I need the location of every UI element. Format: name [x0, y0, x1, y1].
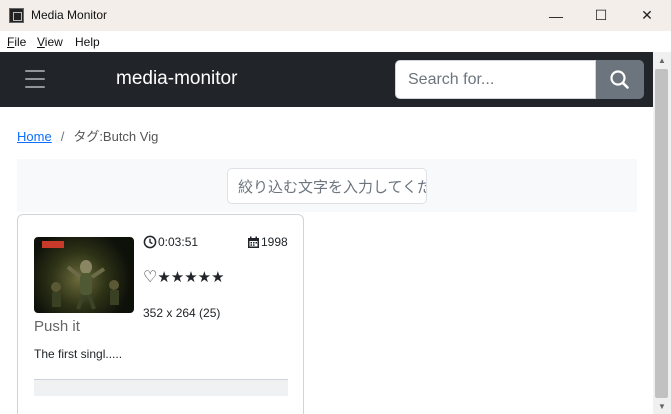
scroll-down-arrow-icon[interactable]: ▼: [653, 398, 671, 414]
rating-row: ♡ ★★★★★: [143, 267, 225, 287]
vertical-scrollbar[interactable]: ▲ ▼: [653, 52, 671, 414]
clock-icon: [143, 235, 157, 249]
minimize-button[interactable]: —: [533, 0, 579, 31]
thumbnail-banner: [42, 241, 64, 248]
web-content: media-monitor Search for... Home / タグ:Butc…: [0, 52, 653, 414]
resolution: 352 x 264 (25): [143, 306, 221, 320]
filter-bar: 絞り込む文字を入力してくだ: [17, 159, 637, 212]
video-thumbnail[interactable]: [34, 237, 134, 313]
close-button[interactable]: ✕: [624, 0, 670, 31]
window-title: Media Monitor: [31, 8, 108, 22]
breadcrumb-separator: /: [60, 129, 65, 144]
calendar-icon: [248, 236, 259, 248]
year-text: 1998: [261, 235, 288, 249]
search-button[interactable]: [596, 60, 644, 99]
rating-stars[interactable]: ★★★★★: [157, 268, 224, 286]
search-icon: [610, 70, 629, 89]
menu-view[interactable]: View: [37, 35, 63, 49]
media-card[interactable]: 0:03:51 1998 ♡ ★★★★★ 352 x 264 (25) Push …: [17, 214, 304, 414]
breadcrumb-home-link[interactable]: Home: [17, 129, 52, 144]
navbar: media-monitor Search for...: [0, 52, 653, 107]
menu-file[interactable]: File: [7, 35, 26, 49]
search-input[interactable]: Search for...: [395, 60, 596, 99]
duration-text: 0:03:51: [158, 235, 199, 249]
breadcrumb: Home / タグ:Butch Vig: [17, 126, 158, 145]
menu-help[interactable]: Help: [75, 35, 100, 49]
release-year: 1998: [247, 235, 288, 249]
maximize-button[interactable]: ☐: [578, 0, 624, 31]
menu-bar: File View Help: [0, 31, 671, 52]
duration: 0:03:51: [143, 235, 198, 249]
scrollbar-thumb[interactable]: [655, 69, 668, 398]
brand-title[interactable]: media-monitor: [116, 68, 237, 90]
heart-icon[interactable]: ♡: [143, 267, 157, 287]
hamburger-menu-icon[interactable]: [25, 70, 45, 88]
title-bar: Media Monitor — ☐ ✕: [0, 0, 671, 31]
scroll-up-arrow-icon[interactable]: ▲: [653, 52, 671, 69]
filter-input[interactable]: 絞り込む文字を入力してくだ: [227, 168, 427, 204]
app-icon: [9, 8, 24, 23]
breadcrumb-current: タグ:Butch Vig: [73, 129, 159, 144]
thumbnail-figures: [51, 260, 119, 310]
media-description: The first singl.....: [34, 347, 123, 361]
card-footer: [34, 379, 288, 396]
media-title[interactable]: Push it: [34, 318, 80, 335]
